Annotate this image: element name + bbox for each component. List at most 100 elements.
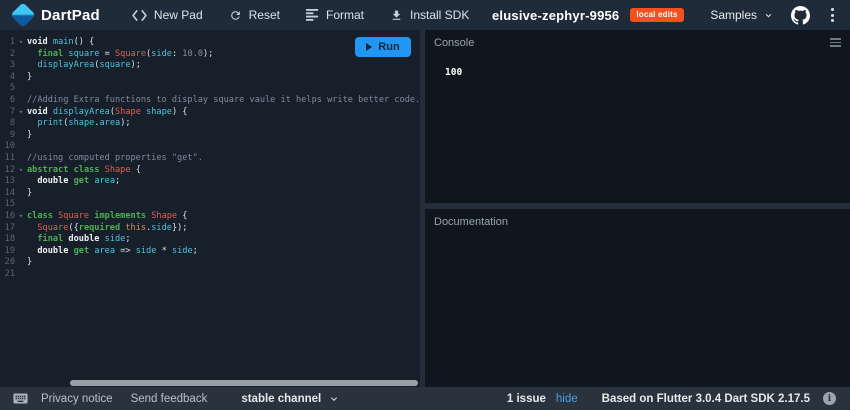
new-pad-button[interactable]: New Pad — [132, 8, 203, 22]
code-token: square — [68, 48, 100, 59]
chevron-down-icon — [765, 13, 772, 17]
download-icon — [392, 10, 401, 20]
github-icon[interactable] — [791, 5, 810, 25]
code-token: required — [78, 222, 121, 233]
hide-issues-link[interactable]: hide — [556, 393, 578, 405]
code-token: }); — [171, 222, 188, 233]
install-sdk-button[interactable]: Install SDK — [390, 8, 469, 22]
code-line: 15 — [0, 199, 420, 211]
code-token: side — [151, 48, 172, 59]
code-text: final double side; — [27, 234, 420, 246]
line-number: 4 — [9, 71, 15, 82]
code-token: get — [73, 176, 90, 187]
line-number: 8 — [9, 118, 15, 129]
keyboard-icon — [13, 393, 28, 404]
pad-title-block: elusive-zephyr-9956 local edits — [492, 0, 684, 30]
code-line: 11 //using computed properties "get". — [0, 153, 420, 165]
fold-gutter — [15, 49, 27, 61]
code-token: { — [177, 210, 188, 221]
fold-gutter — [15, 130, 27, 142]
fold-gutter — [15, 269, 27, 281]
code-token: Square — [58, 210, 90, 221]
info-icon[interactable]: i — [823, 392, 836, 405]
line-number: 7 — [9, 106, 15, 117]
code-text: } — [27, 130, 420, 142]
nav-label: Reset — [248, 8, 280, 22]
code-token: side — [151, 222, 172, 233]
sdk-version-text: Based on Flutter 3.0.4 Dart SDK 2.17.5 — [601, 392, 810, 405]
samples-dropdown[interactable]: Samples — [710, 8, 774, 22]
run-button[interactable]: Run — [355, 37, 411, 57]
line-number: 20 — [4, 257, 15, 268]
code-text: abstract class Shape { — [27, 165, 420, 177]
code-token: ); — [130, 60, 141, 71]
code-text: double get area; — [27, 176, 420, 188]
app-title: DartPad — [41, 6, 100, 24]
format-button[interactable]: Format — [306, 8, 364, 22]
line-number: 12 — [4, 164, 15, 175]
fold-gutter — [15, 176, 27, 188]
line-number: 15 — [4, 199, 15, 210]
fold-arrow-icon[interactable]: ▾ — [15, 165, 27, 177]
code-token: final — [37, 234, 64, 245]
reset-button[interactable]: Reset — [229, 8, 280, 22]
line-number: 3 — [9, 60, 15, 71]
play-icon — [366, 43, 373, 51]
fold-gutter — [15, 95, 27, 107]
code-token: () { — [73, 37, 95, 47]
code-token: displayArea — [37, 60, 95, 71]
send-feedback-link[interactable]: Send feedback — [131, 393, 208, 405]
code-line: 3 displayArea(square); — [0, 60, 420, 72]
code-text: //Adding Extra functions to display squa… — [27, 95, 420, 107]
clear-console-icon[interactable] — [830, 38, 841, 47]
code-line: 9} — [0, 130, 420, 142]
fold-gutter — [15, 188, 27, 200]
documentation-header: Documentation — [425, 209, 850, 233]
channel-dropdown[interactable]: stable channel — [241, 393, 340, 405]
fold-gutter — [15, 234, 27, 246]
code-token: //Adding Extra functions to display squa… — [27, 94, 420, 105]
code-line: 7 ▾ void displayArea(Shape shape) { — [0, 107, 420, 119]
code-token: Square — [115, 48, 147, 59]
code-line: 19 double get area => side * side; — [0, 246, 420, 258]
code-editor[interactable]: 1 ▾ void main() {2 final square = Square(s… — [0, 30, 420, 387]
code-token: shape — [68, 118, 95, 129]
privacy-notice-link[interactable]: Privacy notice — [41, 393, 113, 405]
header-nav: New Pad Reset Format Install SDK — [132, 8, 469, 22]
code-line: 6 //Adding Extra functions to display squ… — [0, 95, 420, 107]
dartpad-logo-icon — [10, 2, 36, 28]
line-number: 11 — [4, 152, 15, 163]
fold-gutter — [15, 118, 27, 130]
code-line: 21 — [0, 269, 420, 281]
line-number: 1 — [9, 37, 15, 47]
fold-arrow-icon[interactable]: ▾ — [15, 37, 27, 49]
keyboard-shortcuts-button[interactable] — [12, 390, 29, 407]
line-number: 5 — [9, 83, 15, 94]
horizontal-scrollbar[interactable] — [70, 380, 418, 386]
code-token: { — [130, 164, 141, 175]
code-line: 8 print(shape.area); — [0, 118, 420, 130]
code-token: side — [135, 245, 157, 256]
fold-gutter — [15, 60, 27, 72]
code-token: => — [115, 245, 136, 256]
samples-label: Samples — [710, 8, 757, 22]
fold-arrow-icon[interactable]: ▾ — [15, 211, 27, 223]
status-right: 1 issue hide Based on Flutter 3.0.4 Dart… — [507, 392, 836, 405]
code-token: Shape — [151, 210, 178, 221]
code-line: 5 — [0, 83, 420, 95]
code-icon — [132, 9, 147, 21]
overflow-menu-icon[interactable] — [827, 6, 838, 24]
code-token: class — [73, 164, 100, 175]
code-line: 4} — [0, 72, 420, 84]
code-token: class — [27, 210, 53, 221]
fold-arrow-icon[interactable]: ▾ — [15, 107, 27, 119]
fold-gutter — [15, 223, 27, 235]
line-number: 21 — [4, 268, 15, 279]
code-line: 13 double get area; — [0, 176, 420, 188]
code-text: void displayArea(Shape shape) { — [27, 107, 420, 119]
code-token: ; — [115, 176, 121, 187]
code-token: abstract — [27, 164, 69, 175]
issues-count[interactable]: 1 issue — [507, 393, 546, 405]
